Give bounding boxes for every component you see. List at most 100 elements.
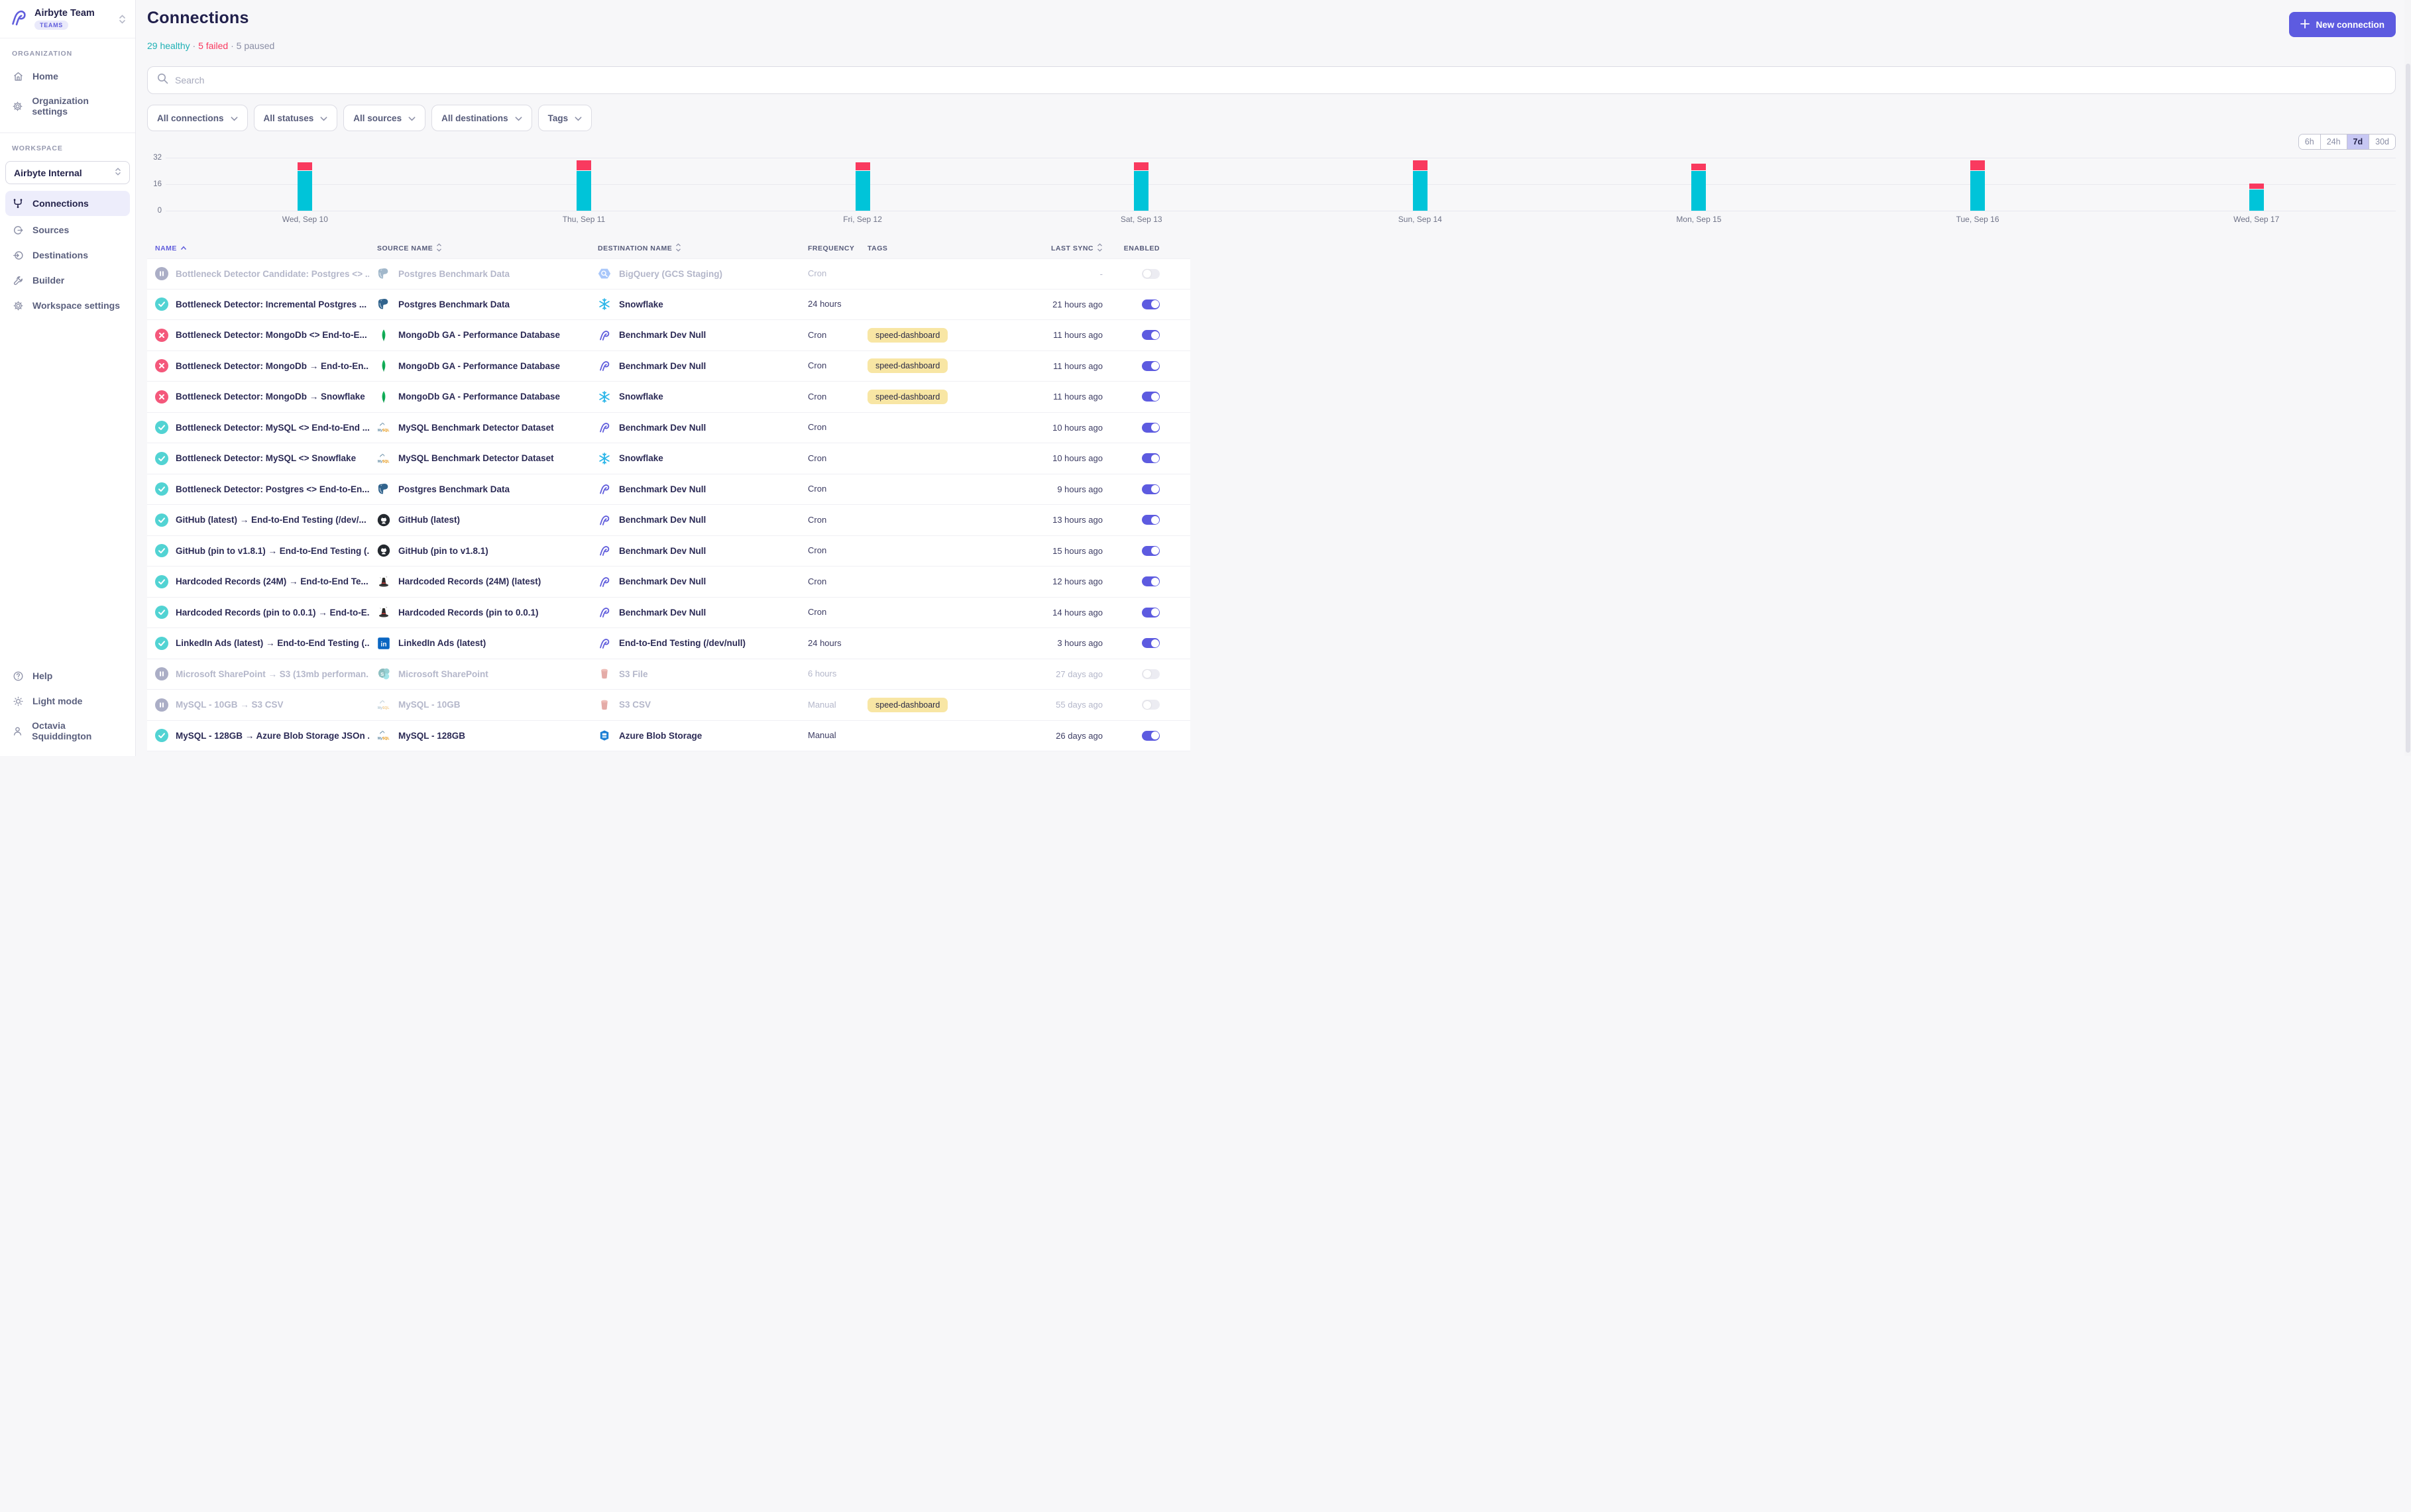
table-row[interactable]: MySQL - 10GB → S3 CSVMySQLMySQL - 10GBS3… (147, 690, 1190, 721)
y-axis-tick: 16 (147, 180, 162, 188)
table-row[interactable]: GitHub (latest) → End-to-End Testing (/d… (147, 505, 1190, 536)
workspace-selector[interactable]: Airbyte Internal (5, 161, 130, 184)
airbyte-icon (598, 544, 611, 557)
sidebar-item-label: Light mode (32, 696, 82, 706)
sidebar-item-help[interactable]: Help (0, 663, 135, 688)
filter-all-sources[interactable]: All sources (343, 105, 425, 131)
table-row[interactable]: Bottleneck Detector: Postgres <> End-to-… (147, 474, 1190, 506)
filter-all-connections[interactable]: All connections (147, 105, 248, 131)
github-icon (377, 513, 390, 527)
sidebar-item-octavia-squiddington[interactable]: Octavia Squiddington (0, 714, 135, 748)
connection-name: Bottleneck Detector: MongoDb → End-to-En… (176, 361, 369, 371)
table-row[interactable]: Bottleneck Detector: MongoDb → Snowflake… (147, 382, 1190, 413)
enabled-toggle[interactable] (1142, 731, 1160, 741)
range-24h[interactable]: 24h (2321, 135, 2347, 149)
source-name: MongoDb GA - Performance Database (398, 330, 560, 340)
enabled-toggle[interactable] (1142, 515, 1160, 525)
table-row[interactable]: Bottleneck Detector: MySQL <> SnowflakeM… (147, 443, 1190, 474)
new-connection-button[interactable]: New connection (2289, 12, 2396, 37)
filter-tags[interactable]: Tags (538, 105, 592, 131)
table-row[interactable]: Bottleneck Detector: MongoDb <> End-to-E… (147, 320, 1190, 351)
bar-sun-sep-14 (1281, 158, 1560, 211)
filter-all-statuses[interactable]: All statuses (254, 105, 338, 131)
filter-bar: All connectionsAll statusesAll sourcesAl… (147, 105, 592, 131)
sidebar-item-destinations[interactable]: Destinations (0, 243, 135, 268)
enabled-toggle[interactable] (1142, 576, 1160, 586)
enabled-toggle[interactable] (1142, 453, 1160, 463)
sidebar-item-organization-settings[interactable]: Organization settings (0, 89, 135, 123)
range-7d[interactable]: 7d (2347, 135, 2370, 149)
column-header-name[interactable]: NAME (155, 244, 187, 252)
connection-name: Bottleneck Detector: MongoDb → Snowflake (176, 392, 365, 402)
enabled-toggle[interactable] (1142, 330, 1160, 340)
sidebar: Airbyte Team TEAMS ORGANIZATION HomeOrga… (0, 0, 136, 756)
sort-icon (436, 243, 442, 254)
sidebar-item-builder[interactable]: Builder (0, 268, 135, 293)
last-sync: 11 hours ago (1053, 392, 1103, 402)
chevron-down-icon (408, 113, 416, 123)
source-name: GitHub (latest) (398, 515, 460, 525)
search-input[interactable] (175, 75, 2386, 85)
status-healthy-icon (155, 575, 168, 588)
column-header-destination-name[interactable]: DESTINATION NAME (598, 243, 681, 254)
last-sync: 11 hours ago (1053, 330, 1103, 340)
status-healthy-icon (155, 513, 168, 527)
sidebar-item-workspace-settings[interactable]: Workspace settings (0, 293, 135, 318)
enabled-toggle[interactable] (1142, 423, 1160, 433)
enabled-toggle[interactable] (1142, 484, 1160, 494)
status-healthy-icon (155, 421, 168, 434)
workspace-selector-value: Airbyte Internal (14, 168, 82, 178)
chevron-up-down-icon (115, 167, 121, 178)
destination-name: Benchmark Dev Null (619, 576, 706, 586)
postgres-icon (377, 482, 390, 496)
sidebar-item-sources[interactable]: Sources (0, 217, 135, 243)
sidebar-item-connections[interactable]: Connections (5, 191, 130, 216)
enabled-toggle[interactable] (1142, 392, 1160, 402)
table-row[interactable]: Bottleneck Detector: MongoDb → End-to-En… (147, 351, 1190, 382)
postgres-icon (377, 267, 390, 280)
table-row[interactable]: Hardcoded Records (pin to 0.0.1) → End-t… (147, 598, 1190, 629)
filter-all-destinations[interactable]: All destinations (431, 105, 532, 131)
table-row[interactable]: Bottleneck Detector: Incremental Postgre… (147, 290, 1190, 321)
column-header-last-sync[interactable]: LAST SYNC (1051, 243, 1103, 254)
enabled-toggle[interactable] (1142, 669, 1160, 679)
enabled-toggle[interactable] (1142, 700, 1160, 710)
status-summary: 29 healthy · 5 failed · 5 paused (147, 40, 274, 51)
bar-fri-sep-12 (723, 158, 1002, 211)
sharepoint-icon: S (377, 667, 390, 680)
table-row[interactable]: Bottleneck Detector Candidate: Postgres … (147, 258, 1190, 290)
column-header-enabled[interactable]: ENABLED (1124, 244, 1160, 252)
range-30d[interactable]: 30d (2369, 135, 2395, 149)
help-icon (12, 670, 24, 682)
destination-name: Snowflake (619, 392, 663, 402)
tag-badge: speed-dashboard (868, 698, 948, 712)
tag-badge: speed-dashboard (868, 358, 948, 373)
enabled-toggle[interactable] (1142, 361, 1160, 371)
table-row[interactable]: Microsoft SharePoint → S3 (13mb performa… (147, 659, 1190, 690)
chart-plot: 32160 (166, 158, 2396, 211)
column-header-source-name[interactable]: SOURCE NAME (377, 243, 442, 254)
column-header-frequency[interactable]: FREQUENCY (808, 244, 868, 252)
table-row[interactable]: GitHub (pin to v1.8.1) → End-to-End Test… (147, 536, 1190, 567)
frequency: Cron (808, 453, 826, 463)
enabled-toggle[interactable] (1142, 546, 1160, 556)
table-row[interactable]: LinkedIn Ads (latest) → End-to-End Testi… (147, 628, 1190, 659)
org-switcher[interactable]: Airbyte Team TEAMS (0, 0, 135, 38)
enabled-toggle[interactable] (1142, 608, 1160, 618)
chevron-up-down-icon (119, 14, 129, 25)
user-icon (12, 725, 23, 737)
column-header-tags[interactable]: TAGS (868, 244, 1020, 252)
table-row[interactable]: Bottleneck Detector: MySQL <> End-to-End… (147, 413, 1190, 444)
range-6h[interactable]: 6h (2299, 135, 2321, 149)
table-row[interactable]: Hardcoded Records (24M) → End-to-End Te.… (147, 567, 1190, 598)
enabled-toggle[interactable] (1142, 299, 1160, 309)
table-row[interactable]: MySQL - 128GB → Azure Blob Storage JSOn … (147, 721, 1190, 752)
sidebar-item-home[interactable]: Home (0, 64, 135, 89)
enabled-toggle[interactable] (1142, 638, 1160, 648)
scrollbar-thumb[interactable] (2406, 64, 2410, 753)
enabled-toggle[interactable] (1142, 269, 1160, 279)
sidebar-item-light-mode[interactable]: Light mode (0, 688, 135, 714)
frequency: 24 hours (808, 638, 842, 648)
airbyte-icon (598, 359, 611, 372)
destination-icon (12, 249, 24, 261)
